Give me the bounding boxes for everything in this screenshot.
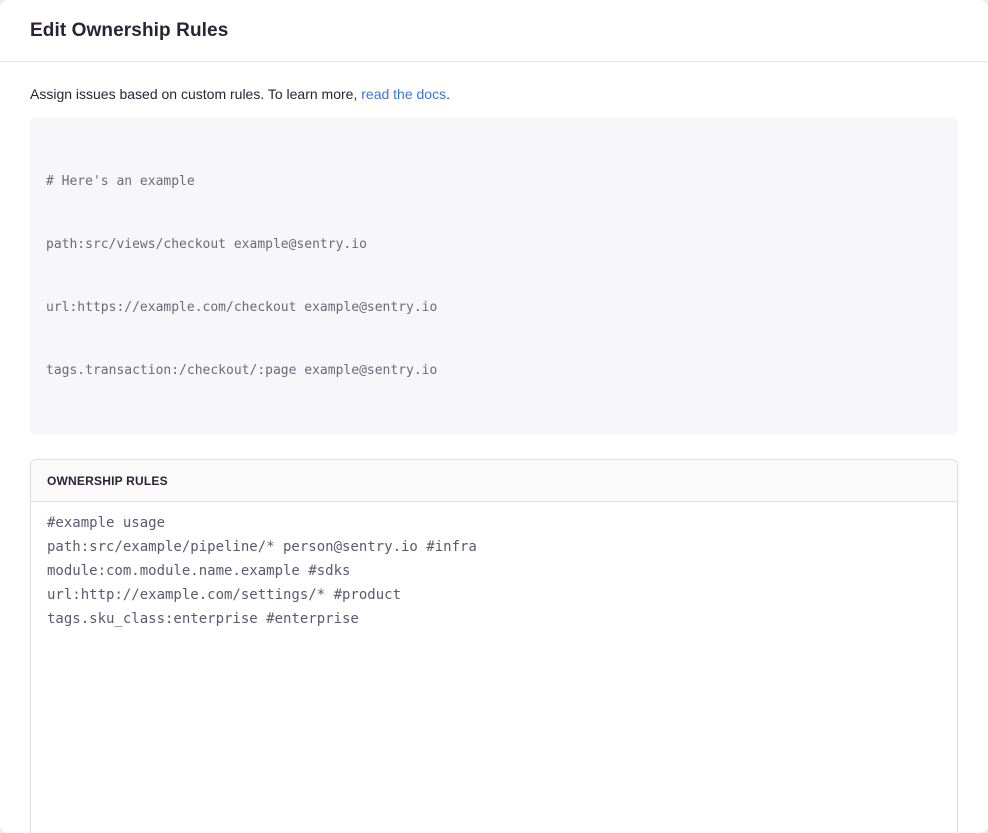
- example-rule-line: url:https://example.com/checkout example…: [46, 297, 942, 318]
- intro-text-after-link: .: [446, 86, 450, 102]
- example-rule-line: # Here's an example: [46, 171, 942, 192]
- example-rules-block: # Here's an example path:src/views/check…: [30, 117, 958, 435]
- modal-body: Assign issues based on custom rules. To …: [0, 62, 988, 833]
- example-rule-line: tags.transaction:/checkout/:page example…: [46, 360, 942, 381]
- modal-title: Edit Ownership Rules: [30, 20, 958, 42]
- example-rule-line: path:src/views/checkout example@sentry.i…: [46, 234, 942, 255]
- intro-text-before-link: Assign issues based on custom rules. To …: [30, 86, 361, 102]
- ownership-rules-panel: OWNERSHIP RULES #example usage path:src/…: [30, 459, 958, 833]
- modal-header: Edit Ownership Rules: [0, 0, 988, 62]
- ownership-rules-panel-header: OWNERSHIP RULES: [31, 460, 957, 502]
- intro-text: Assign issues based on custom rules. To …: [30, 86, 958, 103]
- edit-ownership-rules-modal: Edit Ownership Rules Assign issues based…: [0, 0, 988, 833]
- read-the-docs-link[interactable]: read the docs: [361, 86, 446, 102]
- ownership-rules-textarea[interactable]: #example usage path:src/example/pipeline…: [31, 502, 957, 833]
